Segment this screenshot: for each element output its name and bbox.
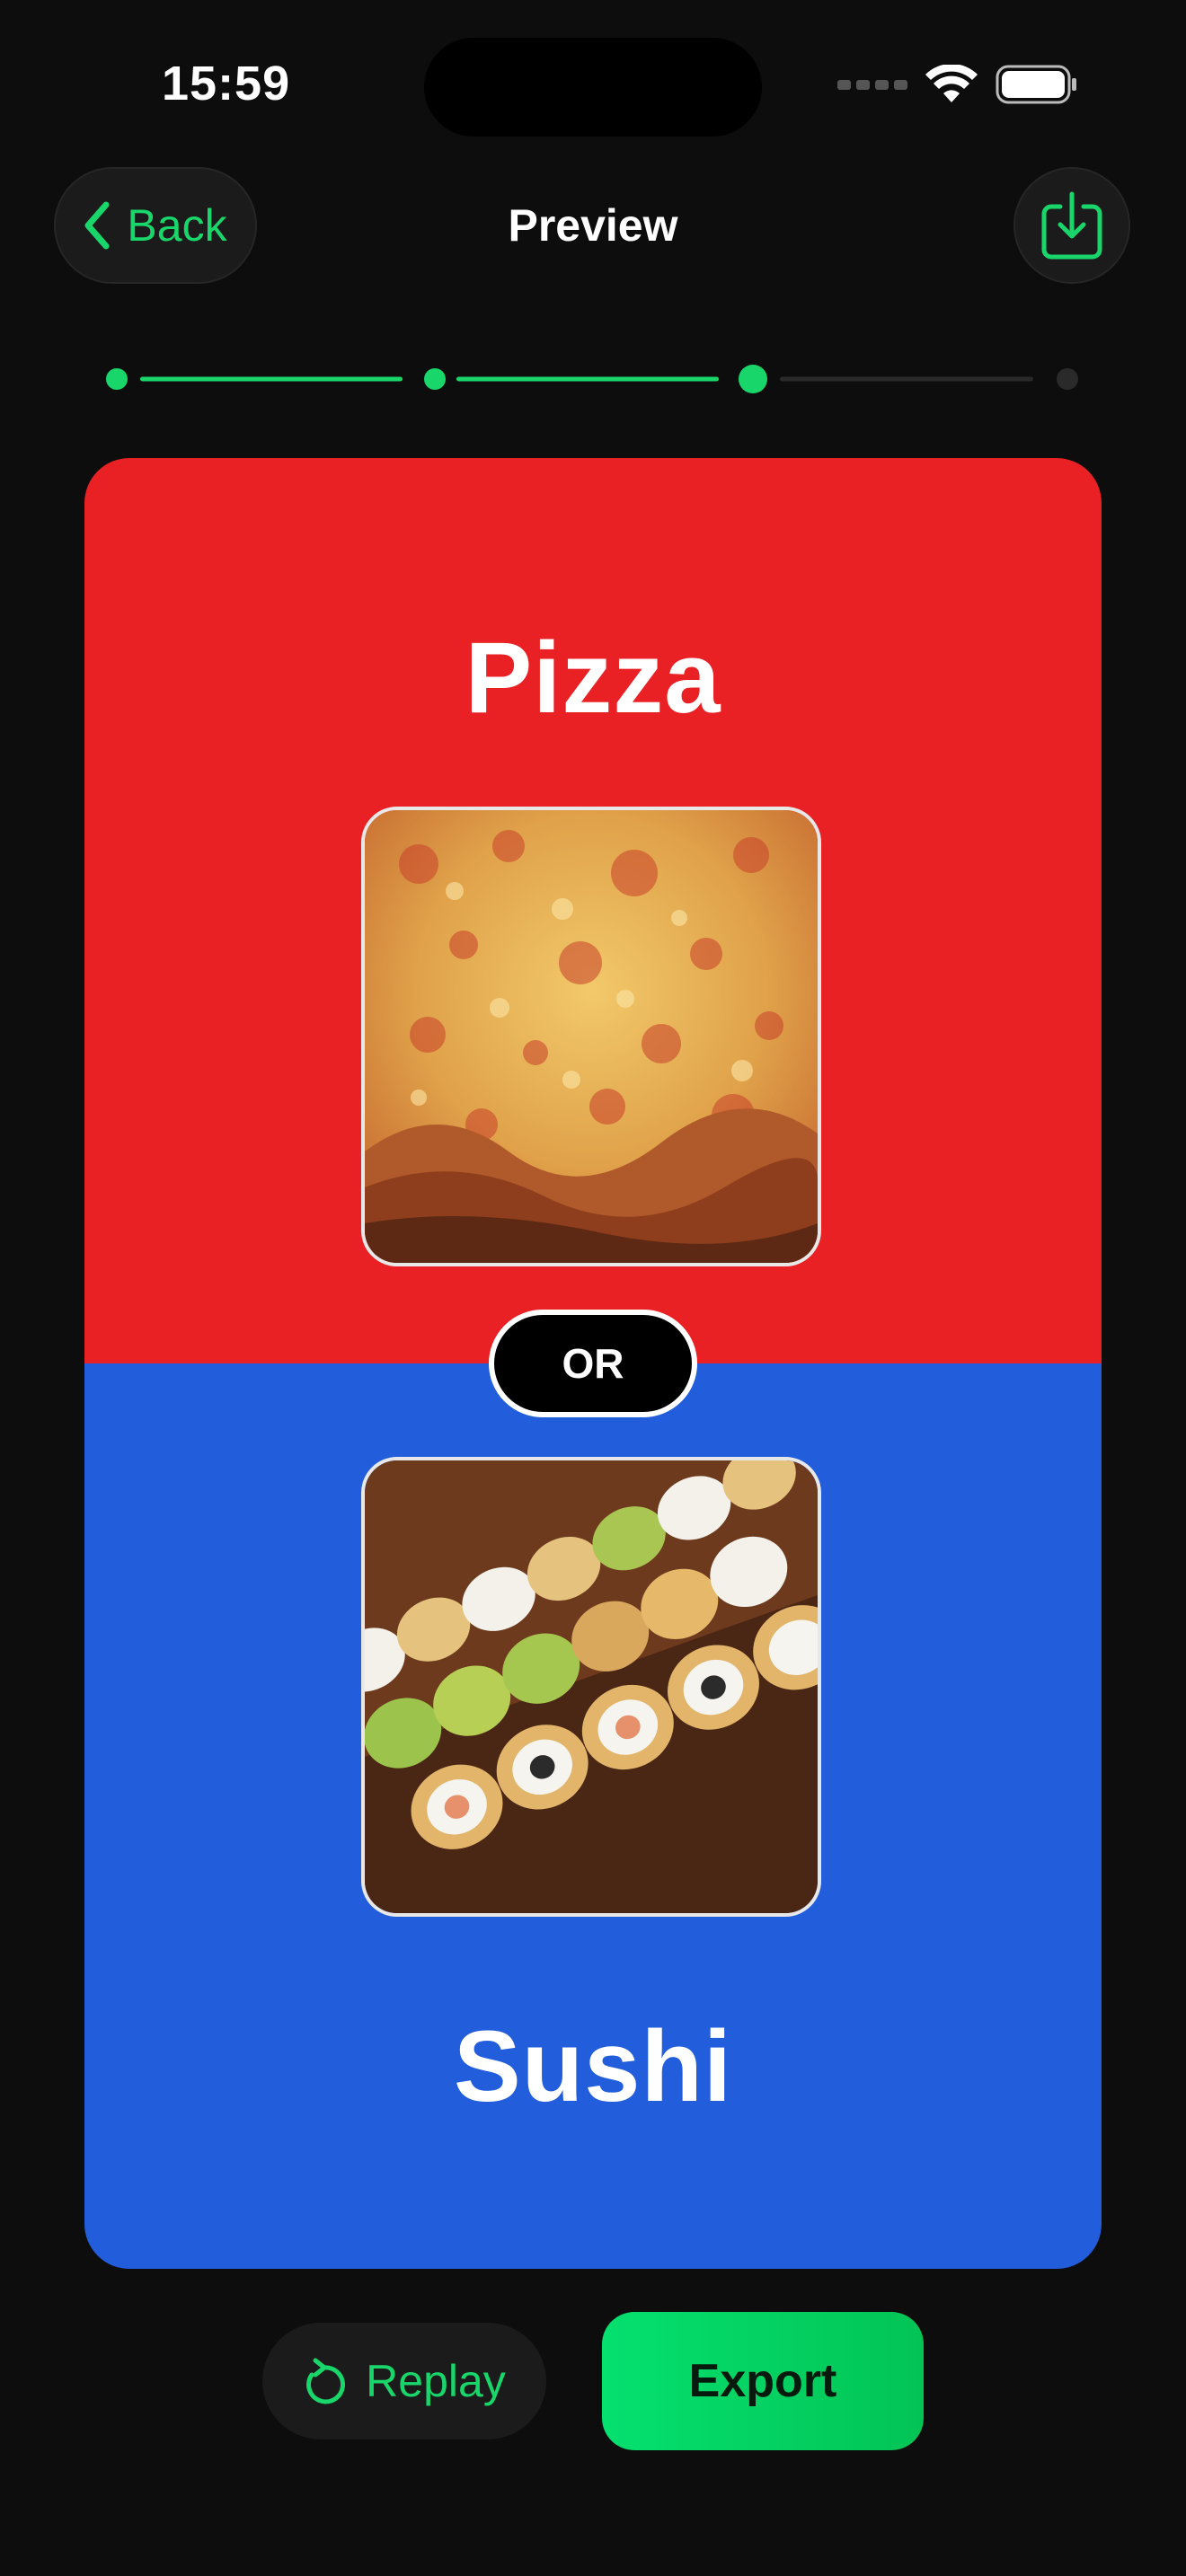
progress-segment-2 bbox=[456, 376, 719, 382]
download-tray-icon bbox=[1041, 191, 1102, 260]
status-indicators bbox=[837, 65, 1078, 104]
replay-icon bbox=[306, 2358, 346, 2404]
progress-segment-3 bbox=[780, 376, 1033, 382]
replay-label: Replay bbox=[366, 2356, 506, 2406]
step-progress bbox=[104, 363, 1085, 395]
pizza-image bbox=[361, 807, 821, 1266]
status-time: 15:59 bbox=[162, 57, 291, 110]
progress-step-3 bbox=[739, 365, 767, 393]
dynamic-island bbox=[424, 38, 762, 137]
or-badge: OR bbox=[489, 1310, 697, 1417]
progress-step-1 bbox=[106, 368, 128, 390]
progress-segment-1 bbox=[140, 376, 403, 382]
download-button[interactable] bbox=[1013, 167, 1130, 284]
replay-button[interactable]: Replay bbox=[262, 2323, 546, 2439]
wifi-icon bbox=[925, 65, 978, 102]
progress-step-2 bbox=[424, 368, 446, 390]
battery-icon bbox=[996, 65, 1076, 104]
cellular-signal-icon bbox=[837, 79, 907, 90]
progress-step-4 bbox=[1057, 368, 1078, 390]
page-title: Preview bbox=[508, 200, 678, 251]
export-button[interactable]: Export bbox=[602, 2312, 924, 2450]
export-label: Export bbox=[688, 2355, 837, 2407]
sushi-image bbox=[361, 1457, 821, 1917]
option-b-title: Sushi bbox=[454, 2010, 732, 2122]
option-b-panel[interactable]: Sushi bbox=[84, 1363, 1102, 2269]
option-a-panel[interactable]: Pizza bbox=[84, 458, 1102, 1363]
option-a-title: Pizza bbox=[465, 622, 721, 734]
